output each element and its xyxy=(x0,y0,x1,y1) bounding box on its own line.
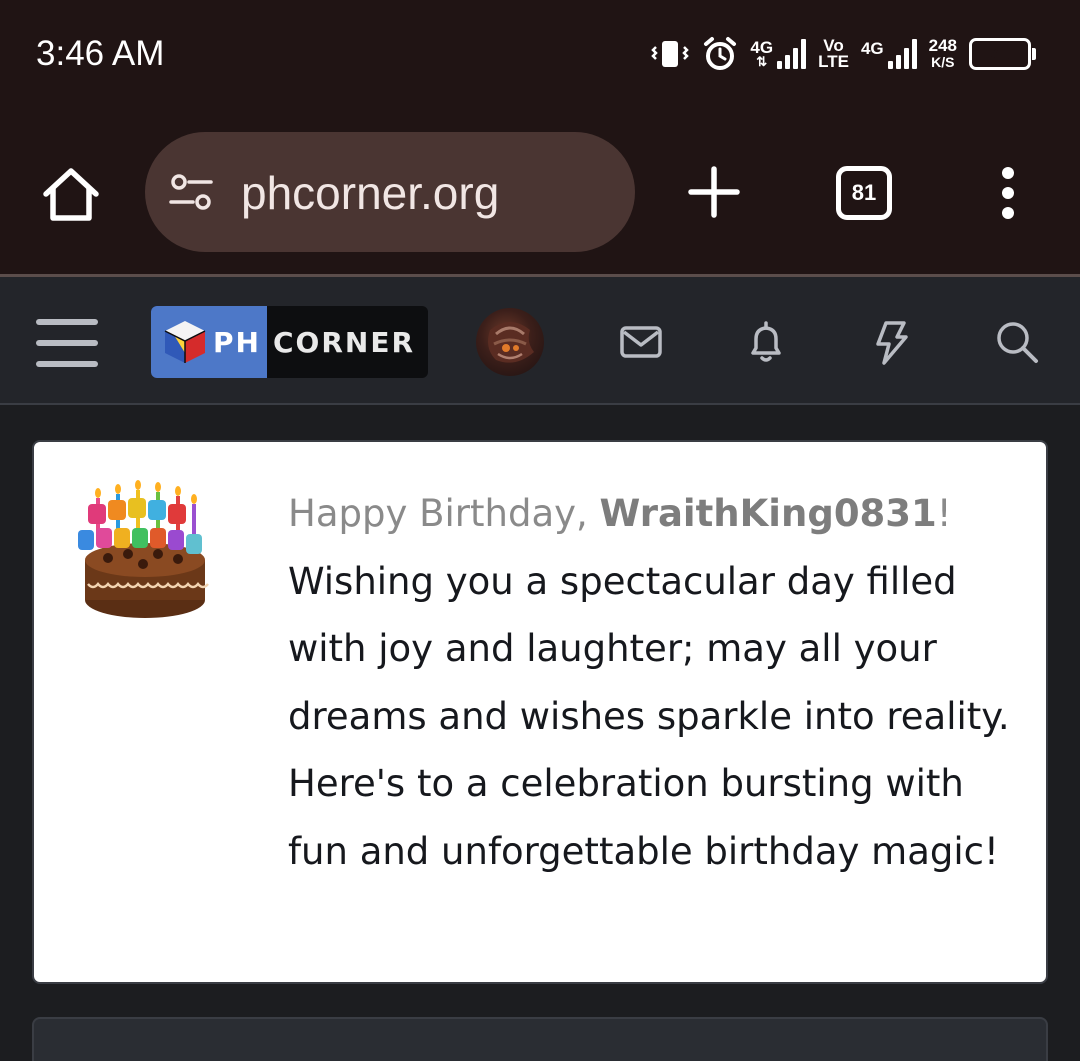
avatar[interactable] xyxy=(476,308,544,376)
battery-level: 71 xyxy=(987,41,1013,66)
new-tab-button[interactable] xyxy=(686,164,742,220)
birthday-notice: Happy Birthday, WraithKing0831! Wishing … xyxy=(32,440,1048,984)
username-link[interactable]: WraithKing0831 xyxy=(600,492,937,535)
logo-text-corner: CORNER xyxy=(273,325,416,359)
sim2-label: 4G xyxy=(860,39,884,58)
signal-4g-icon: 4G ⇅ xyxy=(750,39,807,69)
site-logo[interactable]: PH CORNER xyxy=(151,306,428,378)
plus-icon xyxy=(688,166,740,218)
wish-text: Wishing you a spectacular day filled wit… xyxy=(288,559,1010,873)
network-speed: 248 K/S xyxy=(929,37,957,71)
home-icon xyxy=(43,168,99,221)
tab-count: 81 xyxy=(851,180,877,205)
status-icons: 4G ⇅ Vo LTE 4G 248 K/S 71 xyxy=(650,32,1036,76)
search-icon[interactable] xyxy=(992,317,1042,367)
more-vert-icon[interactable] xyxy=(994,166,1022,222)
next-content-block xyxy=(32,1017,1048,1061)
battery-icon: 71 xyxy=(969,38,1036,70)
status-bar: 3:46 AM 4G ⇅ Vo LTE 4G 248 K/S 71 xyxy=(0,0,1080,110)
birthday-cake-image xyxy=(68,476,218,626)
status-time: 3:46 AM xyxy=(36,34,165,73)
bell-icon[interactable] xyxy=(741,317,791,367)
volte-icon: Vo LTE xyxy=(818,37,849,71)
logo-cube-icon xyxy=(164,321,206,363)
greeting-text: Happy Birthday, xyxy=(288,492,600,535)
hamburger-icon[interactable] xyxy=(36,319,98,367)
signal-4g-icon: 4G xyxy=(861,39,917,69)
speed-unit: K/S xyxy=(931,54,955,70)
vibrate-icon xyxy=(650,37,690,71)
url-text[interactable]: phcorner.org xyxy=(241,166,499,220)
bolt-icon[interactable] xyxy=(866,317,916,367)
address-bar[interactable]: phcorner.org xyxy=(145,132,635,252)
envelope-icon[interactable] xyxy=(616,317,666,367)
site-settings-icon[interactable] xyxy=(169,172,213,212)
tab-switcher-icon[interactable]: 81 xyxy=(836,166,892,220)
site-header: PH CORNER xyxy=(0,277,1080,405)
speed-value: 248 xyxy=(928,36,957,55)
logo-text-ph: PH xyxy=(213,325,261,359)
greeting-exclamation: ! xyxy=(936,492,952,535)
birthday-message: Happy Birthday, WraithKing0831! Wishing … xyxy=(288,480,1018,885)
volte-bottom: LTE xyxy=(818,52,849,71)
home-button[interactable] xyxy=(38,162,104,228)
alarm-icon xyxy=(702,36,738,72)
browser-toolbar: phcorner.org 81 xyxy=(0,110,1080,275)
